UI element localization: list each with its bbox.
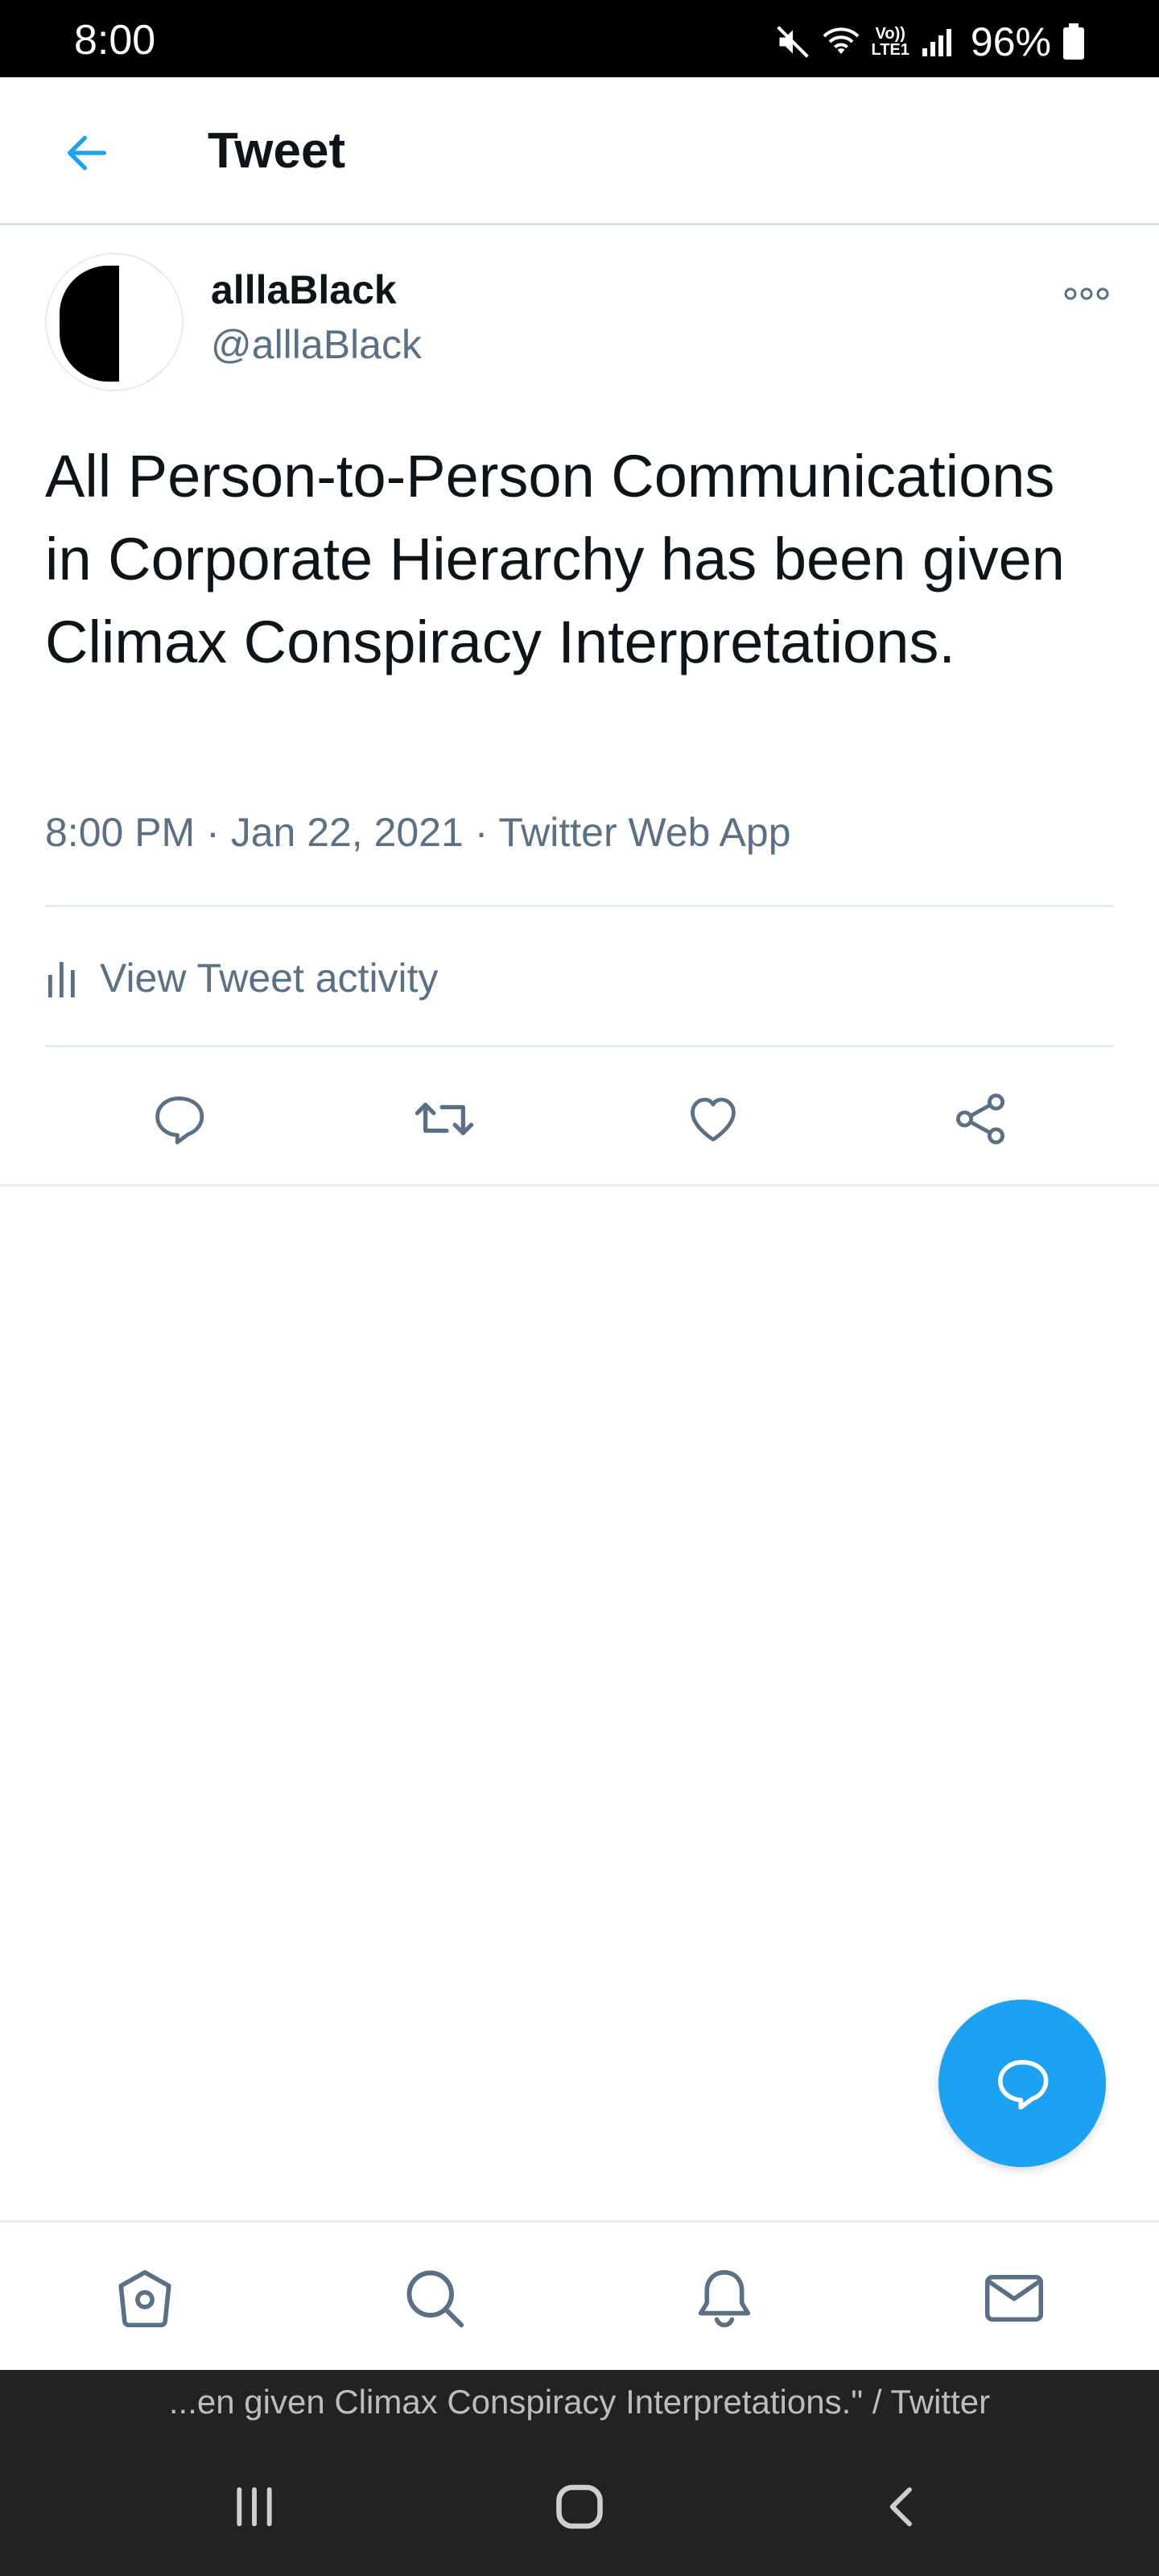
reply-icon <box>155 1096 204 1145</box>
nav-search[interactable] <box>394 2258 475 2339</box>
activity-label: View Tweet activity <box>100 956 439 1001</box>
arrow-left-icon <box>68 135 106 171</box>
share-button[interactable] <box>940 1079 1021 1159</box>
reply-compose-icon <box>998 2060 1049 2110</box>
battery-icon <box>1062 23 1085 60</box>
display-name[interactable]: alllaBlack <box>211 266 397 314</box>
tweet-date: Jan 22, 2021 <box>230 810 464 855</box>
mute-icon <box>775 24 810 60</box>
status-bar: 8:00 Vo)) LTE1 96% <box>0 0 1159 77</box>
tweet-meta: 8:00 PM · Jan 22, 2021 · Twitter Web App <box>45 807 791 857</box>
meta-separator: · <box>206 810 220 855</box>
tweet-source[interactable]: Twitter Web App <box>498 810 790 855</box>
system-nav-bar <box>0 2434 1159 2576</box>
recent-apps-button[interactable] <box>214 2467 295 2547</box>
more-icon <box>1064 287 1109 300</box>
back-button[interactable] <box>50 116 124 190</box>
user-handle[interactable]: @alllaBlack <box>211 320 422 369</box>
recent-apps-icon <box>237 2487 272 2527</box>
reply-button[interactable] <box>138 1079 219 1159</box>
home-button[interactable] <box>539 2467 620 2547</box>
messages-icon <box>984 2274 1044 2322</box>
lte-icon: Vo)) LTE1 <box>872 26 909 58</box>
battery-percent: 96% <box>970 19 1051 64</box>
tweet-actions <box>0 1079 1159 1159</box>
lte-label-top: Vo)) <box>875 25 905 43</box>
page-title: Tweet <box>208 123 346 179</box>
back-nav-button[interactable] <box>863 2467 943 2547</box>
bottom-nav <box>0 2220 1159 2370</box>
app-header: Tweet <box>0 77 1159 225</box>
signal-icon <box>921 26 953 58</box>
divider <box>0 1184 1159 1187</box>
meta-separator: · <box>474 810 489 855</box>
status-icons: Vo)) LTE1 96% <box>775 21 1086 63</box>
window-title: ...en given Climax Conspiracy Interpreta… <box>0 2370 1159 2434</box>
avatar[interactable] <box>45 253 184 391</box>
nav-notifications[interactable] <box>684 2258 765 2339</box>
like-icon <box>691 1097 736 1141</box>
nav-messages[interactable] <box>974 2258 1054 2339</box>
home-icon <box>118 2270 171 2328</box>
search-icon <box>406 2270 464 2328</box>
status-time: 8:00 <box>74 17 156 64</box>
share-icon <box>955 1093 1005 1145</box>
home-button-icon <box>556 2484 603 2529</box>
divider <box>45 905 1114 907</box>
tweet-text: All Person-to-Person Communications in C… <box>45 443 1065 675</box>
notifications-icon <box>698 2270 751 2328</box>
tweet-time: 8:00 PM <box>45 810 196 855</box>
view-tweet-activity[interactable]: View Tweet activity <box>45 950 439 1006</box>
analytics-icon <box>48 962 75 997</box>
retweet-button[interactable] <box>404 1079 485 1159</box>
lte-label-bottom: LTE1 <box>871 41 909 59</box>
like-button[interactable] <box>673 1079 753 1159</box>
divider <box>45 1045 1114 1047</box>
retweet-icon <box>415 1102 474 1136</box>
compose-reply-button[interactable] <box>938 2000 1106 2167</box>
more-options-button[interactable] <box>1054 274 1119 314</box>
wifi-icon <box>822 24 860 60</box>
back-icon <box>889 2487 912 2527</box>
nav-home[interactable] <box>105 2258 185 2339</box>
